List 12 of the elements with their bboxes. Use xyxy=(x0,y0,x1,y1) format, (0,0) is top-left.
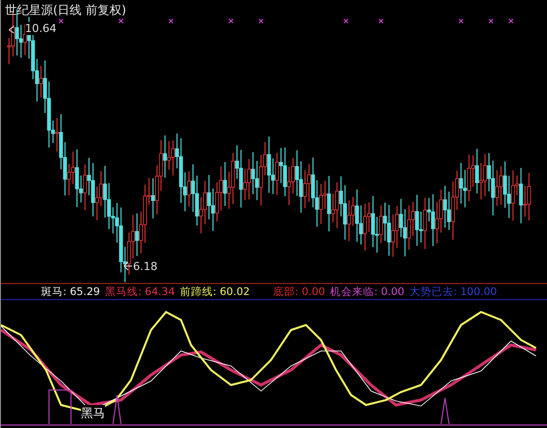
chart-title: 世纪星源(日线 前复权) xyxy=(5,2,126,19)
indicator-reading: 斑马: 65.29 xyxy=(41,284,100,298)
indicator-reading: 底部: 0.00 xyxy=(272,284,326,298)
signal-label: 黑马 xyxy=(81,405,105,422)
indicator-reading: 前蹄线: 60.02 xyxy=(180,284,250,298)
high-price-label: 10.64 xyxy=(25,22,56,35)
indicator-reading: 黑马线: 64.34 xyxy=(104,284,175,298)
low-price-label: 6.18 xyxy=(133,260,158,273)
price-pointer-icon xyxy=(8,26,14,34)
price-pointer-icon xyxy=(124,262,132,270)
indicator-reading: 大势已去: 100.00 xyxy=(409,284,497,298)
indicator-reading: 机会来临: 0.00 xyxy=(330,284,404,298)
